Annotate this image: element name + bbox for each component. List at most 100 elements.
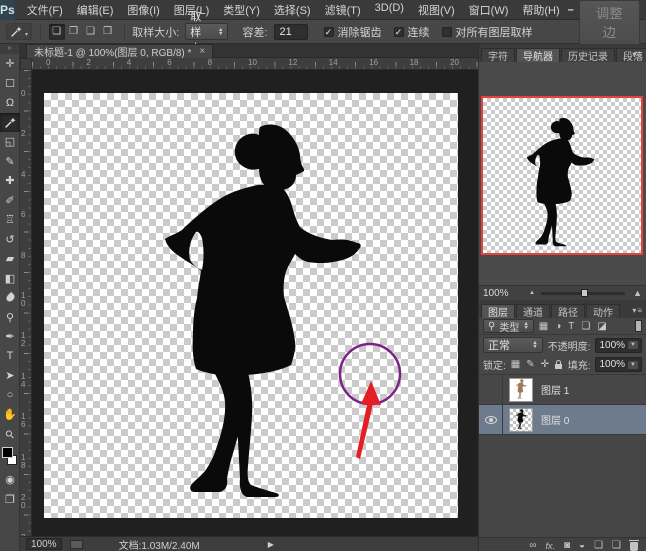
blend-mode-row: 正常 ▲▼ 不透明度: 100% ▼ <box>479 335 646 355</box>
menu-item-view[interactable]: 视图(V) <box>418 2 455 18</box>
vertical-ruler[interactable]: 0246810121416182022 <box>20 70 32 551</box>
foreground-color-swatch[interactable] <box>2 447 13 458</box>
ruler-number: 18 <box>21 454 28 470</box>
clone-stamp-tool-icon: ♖ <box>5 213 15 226</box>
panel-menu-icon[interactable]: ▾≡ <box>632 50 643 59</box>
canvas[interactable] <box>44 93 458 518</box>
layer-thumbnail[interactable] <box>509 408 533 432</box>
delete-layer-icon[interactable] <box>630 542 638 551</box>
lasso-tool[interactable]: Ω <box>0 93 20 113</box>
tool-preset-picker[interactable]: ▾ <box>6 23 32 40</box>
dodge-tool[interactable]: ⚲ <box>0 308 20 328</box>
navigator-preview[interactable] <box>481 96 643 255</box>
tab-character[interactable]: 字符 <box>481 48 515 62</box>
history-brush-tool[interactable]: ↺ <box>0 230 20 250</box>
shape-tool[interactable]: ○ <box>0 386 20 406</box>
layer-group-icon[interactable]: ❏ <box>594 541 603 551</box>
filter-switch-icon[interactable] <box>635 320 642 332</box>
fill-input[interactable]: 100% ▼ <box>595 357 642 372</box>
panel-menu-icon[interactable]: ▾≡ <box>632 306 643 315</box>
document-tab[interactable]: 未标题-1 @ 100%(图层 0, RGB/8) * × <box>26 44 213 58</box>
pen-tool[interactable]: ✒ <box>0 327 20 347</box>
collapse-tools-icon[interactable]: » <box>0 44 19 54</box>
tab-layers[interactable]: 图层 <box>481 304 515 318</box>
add-selection-mode[interactable]: ❐ <box>66 24 82 40</box>
anti-alias-checkbox[interactable]: ✓消除锯齿 <box>324 24 382 40</box>
magic-wand-tool[interactable] <box>0 113 20 133</box>
ruler-origin-corner[interactable] <box>20 58 32 70</box>
menu-item-help[interactable]: 帮助(H) <box>522 2 559 18</box>
navigator-zoom-slider[interactable] <box>541 292 625 295</box>
ruler-number: 10 <box>248 58 257 67</box>
layer-row[interactable]: 图层 1 <box>479 375 646 405</box>
quick-mask-button[interactable]: ◉ <box>0 470 20 490</box>
menu-item-window[interactable]: 窗口(W) <box>469 2 509 18</box>
eyedropper-tool[interactable]: ✎ <box>0 152 20 172</box>
filter-type-layers-icon[interactable]: T <box>568 321 574 332</box>
blend-mode-select[interactable]: 正常 ▲▼ <box>483 337 543 353</box>
lock-paint-icon[interactable]: ✎ <box>526 359 534 370</box>
menu-item-filter[interactable]: 滤镜(T) <box>325 2 361 18</box>
blur-tool[interactable] <box>0 288 20 308</box>
visibility-toggle[interactable] <box>479 375 503 405</box>
opacity-input[interactable]: 100% ▼ <box>595 338 642 353</box>
status-menu-arrow-icon[interactable]: ▶ <box>268 540 274 549</box>
layer-effects-icon[interactable]: fx. <box>545 541 555 551</box>
zoom-in-icon[interactable]: ▲ <box>633 288 642 298</box>
tab-history[interactable]: 历史记录 <box>561 48 615 62</box>
link-layers-icon[interactable]: ∞ <box>529 541 536 551</box>
menu-item-edit[interactable]: 编辑(E) <box>77 2 114 18</box>
intersect-selection-mode[interactable]: ❒ <box>100 24 116 40</box>
color-swatches[interactable] <box>0 446 20 470</box>
status-zoom-input[interactable]: 100% <box>26 538 62 550</box>
chevron-down-icon: ▾ <box>25 31 28 38</box>
layer-filter-select[interactable]: ⚲ 类型 ▲▼ <box>483 319 534 333</box>
healing-brush-tool[interactable]: ✚ <box>0 171 20 191</box>
horizontal-ruler[interactable]: 02468101214161820 <box>32 58 478 70</box>
zoom-out-icon[interactable]: ▲ <box>529 290 535 296</box>
gradient-tool[interactable]: ◧ <box>0 269 20 289</box>
tab-actions[interactable]: 动作 <box>586 304 620 318</box>
zoom-tool[interactable]: ⚲ <box>0 425 20 445</box>
slider-thumb[interactable] <box>581 289 588 297</box>
new-selection-mode[interactable]: ❏ <box>49 24 65 40</box>
menu-item-image[interactable]: 图像(I) <box>127 2 159 18</box>
subtract-selection-mode[interactable]: ❑ <box>83 24 99 40</box>
filter-smart-objects-icon[interactable]: ◪ <box>597 321 606 332</box>
marquee-tool[interactable]: ☐ <box>0 74 20 94</box>
visibility-toggle[interactable] <box>479 405 503 435</box>
lock-transparent-icon[interactable]: ▦ <box>511 359 520 370</box>
sample-size-select[interactable]: 取样点 ▲▼ <box>185 23 228 40</box>
navigator-zoom-input[interactable]: 100% <box>483 288 523 299</box>
filter-pixel-layers-icon[interactable]: ▦ <box>539 321 548 332</box>
lock-all-icon[interactable] <box>555 364 562 369</box>
filter-adjustment-layers-icon[interactable]: ◑ <box>555 321 561 332</box>
menu-item-file[interactable]: 文件(F) <box>27 2 63 18</box>
path-select-tool[interactable]: ➤ <box>0 366 20 386</box>
menu-item-select[interactable]: 选择(S) <box>274 2 311 18</box>
new-layer-icon[interactable]: ❑ <box>612 541 621 551</box>
clone-stamp-tool[interactable]: ♖ <box>0 210 20 230</box>
tab-navigator[interactable]: 导航器 <box>516 48 560 62</box>
lock-move-icon[interactable]: ✛ <box>541 359 549 370</box>
hand-tool[interactable]: ✋ <box>0 405 20 425</box>
menu-item-type[interactable]: 类型(Y) <box>223 2 260 18</box>
close-icon[interactable]: × <box>199 46 205 57</box>
screen-mode-button[interactable]: ❐ <box>0 490 20 510</box>
tolerance-input[interactable]: 21 <box>274 24 308 40</box>
tab-channels[interactable]: 通道 <box>516 304 550 318</box>
layer-row[interactable]: 图层 0 <box>479 405 646 435</box>
contiguous-checkbox[interactable]: ✓连续 <box>394 24 430 40</box>
crop-tool[interactable]: ◱ <box>0 132 20 152</box>
layer-thumbnail[interactable] <box>509 378 533 402</box>
type-tool[interactable]: T <box>0 347 20 367</box>
brush-tool[interactable]: ✐ <box>0 191 20 211</box>
filter-shape-layers-icon[interactable]: ❏ <box>581 321 590 332</box>
adjustment-layer-icon[interactable]: ◒ <box>579 541 585 551</box>
layer-mask-icon[interactable]: ◙ <box>564 541 570 551</box>
tab-paths[interactable]: 路径 <box>551 304 585 318</box>
sample-all-layers-checkbox[interactable]: 对所有图层取样 <box>442 24 533 40</box>
eraser-tool[interactable]: ▰ <box>0 249 20 269</box>
menu-item-3d[interactable]: 3D(D) <box>375 2 404 18</box>
move-tool[interactable]: ✛ <box>0 54 20 74</box>
